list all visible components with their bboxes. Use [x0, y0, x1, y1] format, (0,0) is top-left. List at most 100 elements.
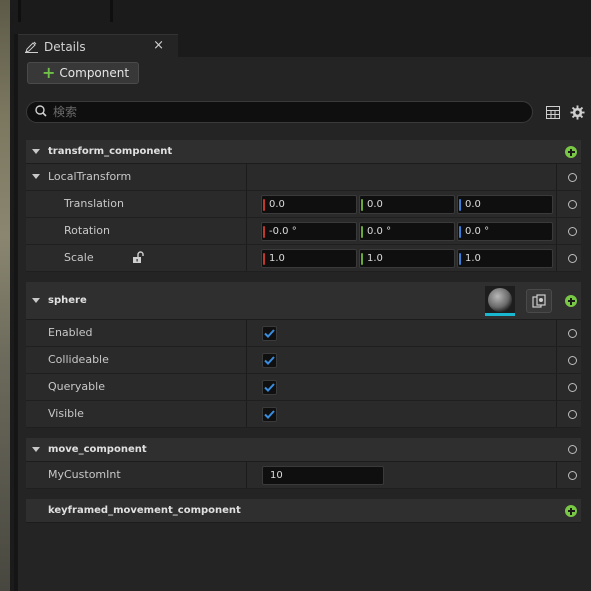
- checkmark-icon: [264, 329, 275, 338]
- checkmark-icon: [264, 410, 275, 419]
- sphere-thumbnail-icon[interactable]: [485, 286, 515, 316]
- asset-icon: [532, 294, 546, 308]
- details-tab[interactable]: Details ×: [18, 34, 178, 58]
- z-field[interactable]: 0.0 °: [457, 222, 553, 241]
- plus-icon: +: [42, 63, 56, 82]
- column-divider: [556, 347, 557, 373]
- column-divider: [246, 164, 247, 190]
- local-transform-row: LocalTransform: [26, 164, 581, 191]
- keyframed-movement-section: keyframed_movement_component: [26, 499, 581, 523]
- property-label: Translation: [64, 197, 124, 210]
- tab-title: Details: [44, 39, 86, 54]
- chevron-down-icon[interactable]: [32, 148, 40, 155]
- section-title: sphere: [48, 295, 87, 306]
- column-divider: [556, 164, 557, 190]
- dock-splitter[interactable]: [18, 0, 21, 22]
- property-label: Enabled: [48, 326, 93, 339]
- column-divider: [556, 191, 557, 217]
- viewport-edge: [0, 0, 14, 591]
- chevron-down-icon[interactable]: [32, 446, 40, 453]
- property-label: Visible: [48, 407, 84, 420]
- property-matrix-icon[interactable]: [544, 103, 562, 121]
- close-icon[interactable]: ×: [153, 39, 164, 53]
- browse-asset-button[interactable]: [526, 289, 552, 313]
- move-component-section: move_component MyCustomInt 10: [26, 438, 581, 489]
- checkmark-icon: [264, 356, 275, 365]
- pencil-icon: [24, 40, 40, 54]
- x-field[interactable]: 0.0: [261, 195, 357, 214]
- add-icon[interactable]: [565, 505, 577, 517]
- reset-icon[interactable]: [568, 471, 577, 480]
- reset-icon[interactable]: [568, 356, 577, 365]
- details-panel: Details × + Component transform_componen…: [18, 34, 591, 591]
- chevron-down-icon[interactable]: [32, 174, 40, 180]
- column-divider: [246, 218, 247, 244]
- property-label: MyCustomInt: [48, 468, 121, 481]
- collideable-checkbox[interactable]: [262, 353, 277, 368]
- column-divider: [246, 245, 247, 271]
- my-custom-int-row: MyCustomInt 10: [26, 462, 581, 489]
- x-field[interactable]: 1.0: [261, 249, 357, 268]
- collideable-row: Collideable: [26, 347, 581, 374]
- reset-icon[interactable]: [568, 254, 577, 263]
- queryable-checkbox[interactable]: [262, 380, 277, 395]
- column-divider: [246, 191, 247, 217]
- y-field[interactable]: 0.0: [359, 195, 455, 214]
- column-divider: [246, 320, 247, 346]
- column-divider: [246, 374, 247, 400]
- section-header[interactable]: transform_component: [26, 140, 581, 164]
- section-header[interactable]: move_component: [26, 438, 581, 462]
- reset-icon[interactable]: [568, 200, 577, 209]
- enabled-checkbox[interactable]: [262, 326, 277, 341]
- x-field[interactable]: -0.0 °: [261, 222, 357, 241]
- gear-icon[interactable]: [568, 103, 586, 121]
- section-header[interactable]: sphere: [26, 282, 581, 320]
- column-divider: [246, 462, 247, 488]
- chevron-down-icon[interactable]: [32, 297, 40, 304]
- property-label: Rotation: [64, 224, 111, 237]
- column-divider: [556, 374, 557, 400]
- sphere-section: sphere Enabled Collideable Queryable Vis…: [26, 282, 581, 428]
- reset-icon[interactable]: [568, 383, 577, 392]
- column-divider: [246, 347, 247, 373]
- column-divider: [556, 218, 557, 244]
- add-component-label: Component: [59, 66, 130, 80]
- column-divider: [246, 401, 247, 427]
- my-custom-int-field[interactable]: 10: [262, 466, 384, 485]
- section-title: keyframed_movement_component: [48, 505, 241, 516]
- dock-splitter[interactable]: [110, 0, 113, 22]
- property-label: Scale: [64, 251, 94, 264]
- y-field[interactable]: 1.0: [359, 249, 455, 268]
- search-input[interactable]: [53, 105, 513, 119]
- reset-icon[interactable]: [568, 227, 577, 236]
- queryable-row: Queryable: [26, 374, 581, 401]
- y-field[interactable]: 0.0 °: [359, 222, 455, 241]
- section-title: move_component: [48, 444, 147, 455]
- z-field[interactable]: 1.0: [457, 249, 553, 268]
- enabled-row: Enabled: [26, 320, 581, 347]
- z-field[interactable]: 0.0: [457, 195, 553, 214]
- unlock-icon[interactable]: [132, 251, 144, 267]
- property-label: Queryable: [48, 380, 105, 393]
- reset-icon[interactable]: [568, 410, 577, 419]
- section-header[interactable]: keyframed_movement_component: [26, 499, 581, 523]
- add-icon[interactable]: [565, 146, 577, 158]
- add-icon[interactable]: [565, 295, 577, 307]
- add-component-button[interactable]: + Component: [27, 62, 139, 84]
- scale-row: Scale 1.0 1.0 1.0: [26, 245, 581, 272]
- top-dock-area: [14, 0, 591, 34]
- checkmark-icon: [264, 383, 275, 392]
- visible-row: Visible: [26, 401, 581, 428]
- rotation-row: Rotation -0.0 ° 0.0 ° 0.0 °: [26, 218, 581, 245]
- reset-icon[interactable]: [568, 445, 577, 454]
- transform-component-section: transform_component LocalTransform Trans…: [26, 140, 581, 272]
- column-divider: [556, 320, 557, 346]
- reset-icon[interactable]: [568, 173, 577, 182]
- column-divider: [556, 401, 557, 427]
- reset-icon[interactable]: [568, 329, 577, 338]
- visible-checkbox[interactable]: [262, 407, 277, 422]
- property-label: LocalTransform: [48, 170, 132, 183]
- search-icon: [35, 104, 47, 120]
- property-label: Collideable: [48, 353, 109, 366]
- search-box[interactable]: [26, 101, 533, 123]
